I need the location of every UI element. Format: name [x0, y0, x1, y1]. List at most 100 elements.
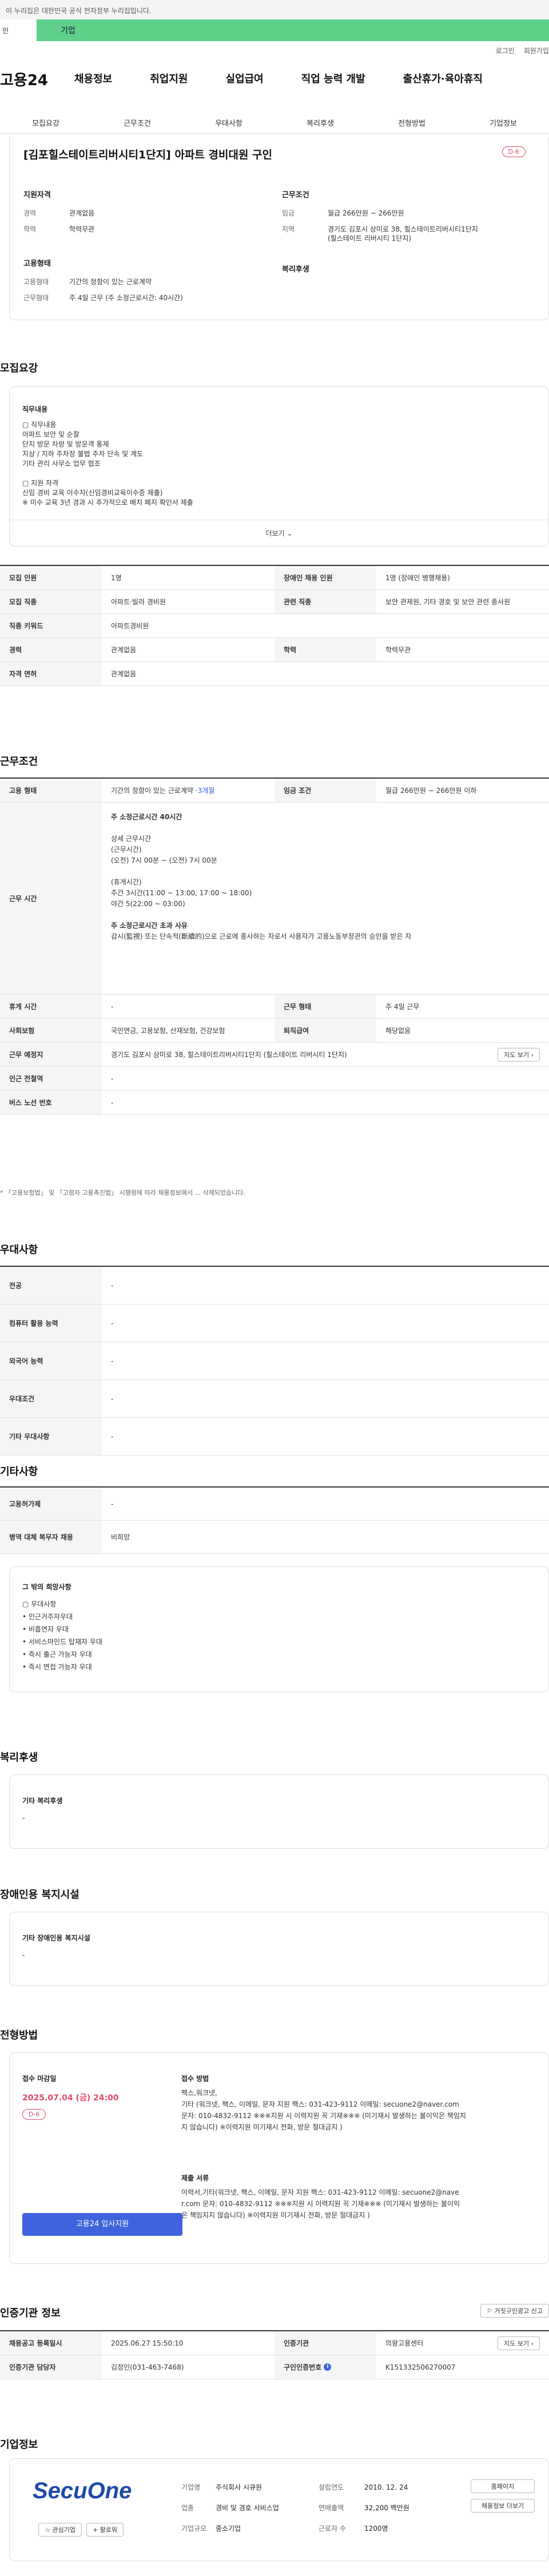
table-header: 고용허가제: [0, 1488, 102, 1520]
table-cell: 해당없음: [385, 1027, 411, 1035]
table-cell: 1명: [111, 574, 122, 582]
company-info-col1: 기업명 주식회사 시큐원 업종 경비 및 경호 서비스업 기업규모 중소기업: [181, 2477, 279, 2539]
deadline-value: 2025.07.04 (금) 24:00: [22, 2094, 119, 2103]
text-line: ▢ 지원 자격: [22, 479, 59, 487]
apply-button[interactable]: 고용24 입사지원: [22, 2213, 182, 2236]
gnb-item[interactable]: 채용정보: [74, 71, 112, 86]
table-cell: -: [111, 1500, 114, 1508]
text-line: 야간 5(22:00 ~ 03:00): [111, 900, 185, 908]
text-line: 주간 3시간(11:00 ~ 13:00, 17:00 ~ 18:00): [111, 889, 252, 897]
tab-process[interactable]: 전형방법: [366, 114, 458, 133]
career-row: 경력 관계없음: [23, 208, 94, 218]
dday-badge: D-6: [502, 146, 526, 157]
table-header: 고용 형태: [0, 779, 102, 802]
tab-work[interactable]: 근무조건: [92, 114, 183, 133]
tab-company[interactable]: 기업정보: [458, 114, 549, 133]
area-row-2: (힐스테이트 리버시티 1단지): [328, 233, 411, 243]
welfare-value: -: [22, 1814, 25, 1822]
more-jobs-button[interactable]: 채용정보 더보기: [471, 2499, 535, 2513]
job-summary-card: [김포힐스테이트리버시티1단지] 아파트 경비대원 구인 D-6 지원자격 경력…: [9, 137, 549, 320]
table-header: 기타 우대사항: [0, 1418, 102, 1455]
text-line: ※ 미수 교육 3년 경과 시 추가적으로 배치 폐지 확인서 제출: [22, 499, 193, 507]
table-header: 컴퓨터 활용 능력: [0, 1305, 102, 1342]
tab-welfare[interactable]: 복리후생: [274, 114, 366, 133]
map-button[interactable]: 지도 보기 ›: [498, 1047, 540, 1062]
report-button[interactable]: ⚐ 거짓구인광고 신고: [480, 2304, 549, 2318]
label: 연매출액: [319, 2504, 344, 2512]
table-cell: 관계없음: [111, 646, 137, 654]
text-line: 지 않습니다) ※이력지원 미기재시 전화, 방문 절대금지 ): [181, 2123, 343, 2131]
tab-pref[interactable]: 우대사항: [183, 114, 274, 133]
table-cell: 아파트경비원: [111, 622, 149, 630]
deadline-label: 접수 마감일: [22, 2075, 57, 2083]
recruit-lines: ▢ 직무내용 아파트 보안 및 순찰 단지 방문 차량 및 방문객 통제 지상 …: [22, 420, 193, 508]
work-note: * 「고용보험법」 및 「고령자 고용촉진법」 시행령에 따라 채용정보에서 .…: [0, 1189, 245, 1197]
table-header: 관련 직종: [274, 590, 376, 613]
text-line: [111, 823, 411, 834]
label: 업종: [181, 2504, 194, 2512]
doc-label: 제출 서류: [181, 2174, 209, 2182]
table-header: 사회보험: [0, 1019, 102, 1042]
star-icon: ☆: [45, 2526, 50, 2534]
text-line: 문자: 010-4832-9112 ※※※지원 시 이력지원 꼭 기재※※※ (…: [181, 2112, 466, 2120]
site-logo[interactable]: 고용24: [0, 69, 48, 90]
follow-button[interactable]: + 팔로워: [86, 2523, 124, 2537]
table-cell: 국민연금, 고용보험, 산재보험, 건강보험: [111, 1027, 225, 1035]
text-line: r.com 문자: 010-4832-9112 ※※※지원 시 이력지원 꼭 기…: [181, 2200, 460, 2208]
company-heading: 기업정보: [0, 2439, 38, 2451]
text-line: (휴게시간): [111, 878, 142, 886]
chevron-right-icon: ›: [531, 1051, 534, 1059]
emp-heading: 고용형태: [23, 260, 51, 268]
text-line: • 즉시 면접 가능자 우대: [22, 1663, 92, 1671]
more-button[interactable]: 더보기 ⌄: [10, 520, 548, 547]
table-header: 인증기관 담당자: [0, 2355, 102, 2379]
label: 학력: [23, 225, 37, 233]
gnb-item[interactable]: 실업급여: [226, 71, 264, 86]
table-cell: -: [111, 1098, 114, 1107]
company-card: SecuOne ☆ 관심기업 + 팔로워 기업명 주식회사 시큐원 업종 경비 및 …: [9, 2458, 549, 2561]
table-header: 근무 예정지: [0, 1043, 102, 1066]
table-cell: 기간의 정함이 있는 근로계약 · 3개월: [102, 779, 274, 802]
recruit-table: 모집 인원 1명 장애인 채용 인원 1명 (장애인 병행채용) 모집 직종 아파트·빌…: [0, 565, 549, 686]
welfare-box: 기타 복리후생 -: [9, 1775, 549, 1849]
info-icon[interactable]: i: [324, 2363, 332, 2371]
process-box: 접수 마감일 2025.07.04 (금) 24:00 D-6 고용24 입사지…: [9, 2052, 549, 2264]
gnb-item[interactable]: 직업 능력 개발: [301, 71, 365, 86]
workform-row: 근무형태 주 4일 근무 (주 소정근로시간: 40시간): [23, 293, 183, 302]
table-header: 우대조건: [0, 1380, 102, 1417]
gnb-item[interactable]: 취업지원: [150, 71, 188, 86]
label: 근무형태: [23, 294, 49, 302]
text-line: 주 소정근로시간 40시간: [111, 813, 182, 821]
search-tab-company[interactable]: 기업: [37, 19, 549, 41]
text-line: ▢ 직무내용: [22, 421, 57, 429]
condition-heading: 근무조건: [282, 191, 309, 200]
table-header: 자격 면허: [0, 662, 102, 685]
table-cell: -: [111, 1432, 114, 1441]
table-cell: 경기도 김포시 상미로 38, 힐스테이트리버시티1단지 (힐스테이트 리버시티…: [102, 1043, 549, 1066]
company-logo-text: SecuOne: [33, 2478, 132, 2503]
company-row: 업종 경비 및 경호 서비스업: [181, 2498, 279, 2518]
edu-row: 학력 학력무관: [23, 224, 94, 234]
table-header: 모집 직종: [0, 590, 102, 613]
text-line: • 즉시 출근 가능자 우대: [22, 1650, 92, 1658]
table-header: 장애인 채용 인원: [274, 566, 376, 589]
org-map-button[interactable]: 지도 보기 ›: [498, 2336, 540, 2350]
follow-label: 팔로워: [100, 2526, 117, 2534]
tab-recruit[interactable]: 모집요강: [0, 114, 92, 133]
table-cell: 주 소정근로시간 40시간 상세 근무시간 (근무시간) (오전) 7시 00분…: [102, 803, 549, 994]
table-header: 퇴직급여: [274, 1019, 376, 1042]
homepage-button[interactable]: 홈페이지: [471, 2479, 535, 2493]
contract-period-link[interactable]: 3개월: [198, 785, 215, 795]
search-tab-person[interactable]: 인: [2, 19, 37, 41]
favorite-button[interactable]: ☆ 관심기업: [38, 2523, 82, 2537]
disabled-heading: 장애인용 복지시설: [0, 1889, 79, 1901]
table-header: 채용공고 등록일시: [0, 2331, 102, 2355]
text-line: 단지 방문 차량 및 방문객 통제: [22, 440, 109, 448]
report-button-label: 거짓구인광고 신고: [494, 2307, 543, 2315]
company-logo: SecuOne: [33, 2478, 132, 2504]
value: 중소기업: [216, 2525, 241, 2533]
wage-row: 임금 월급 266만원 ~ 266만원: [282, 208, 404, 218]
text-line: [111, 866, 411, 877]
gnb-item[interactable]: 출산휴가·육아휴직: [403, 71, 483, 86]
pref-table: 전공 - 컴퓨터 활용 능력 - 외국어 능력 - 우대조건 - 기타 우대사항 -: [0, 1266, 549, 1456]
